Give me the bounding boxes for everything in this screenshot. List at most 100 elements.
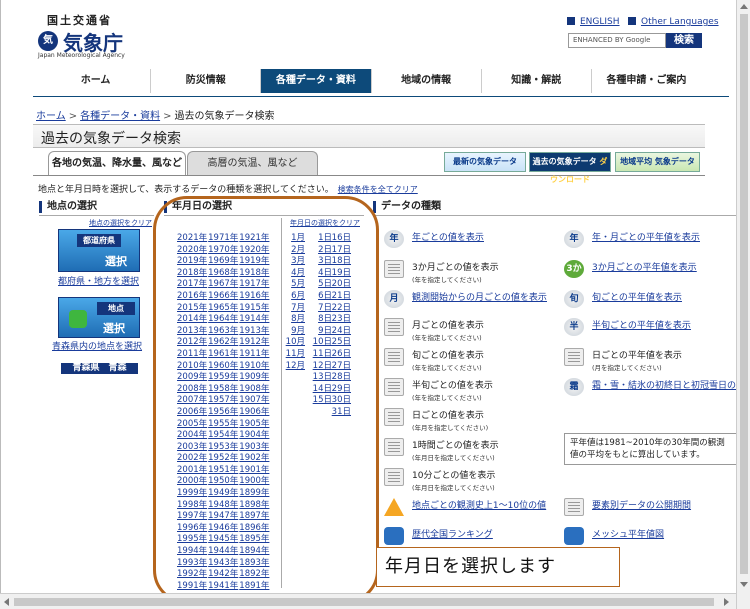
- year-link[interactable]: 1901年: [239, 465, 269, 475]
- year-link[interactable]: 1955年: [208, 419, 238, 429]
- datatype-label[interactable]: 観測開始からの月ごとの値を表示: [412, 290, 547, 303]
- day-link[interactable]: 18日: [331, 254, 351, 266]
- scroll-down-icon[interactable]: [740, 582, 748, 587]
- prefecture-select-link[interactable]: 都府県・地方を選択: [58, 274, 139, 287]
- day-link[interactable]: 9日: [312, 324, 332, 336]
- year-link[interactable]: 1963年: [208, 326, 238, 336]
- year-link[interactable]: 1903年: [239, 442, 269, 452]
- year-link[interactable]: 1969年: [208, 256, 238, 266]
- year-link[interactable]: 1962年: [208, 337, 238, 347]
- year-link[interactable]: 1921年: [239, 233, 269, 243]
- month-link[interactable]: 6月: [285, 289, 305, 301]
- day-link[interactable]: 10日: [312, 335, 332, 347]
- year-link[interactable]: 1892年: [239, 569, 269, 579]
- day-link[interactable]: 25日: [331, 335, 351, 347]
- month-link[interactable]: 1月: [285, 231, 305, 243]
- day-link[interactable]: 19日: [331, 266, 351, 278]
- year-link[interactable]: 1993年: [177, 558, 207, 568]
- nav-applications[interactable]: 各種申請・ご案内: [592, 69, 701, 93]
- year-link[interactable]: 2011年: [177, 349, 207, 359]
- year-link[interactable]: 1966年: [208, 291, 238, 301]
- scroll-up-icon[interactable]: [740, 4, 748, 9]
- year-link[interactable]: 1904年: [239, 430, 269, 440]
- year-link[interactable]: 1911年: [239, 349, 269, 359]
- horizontal-scrollbar[interactable]: [0, 593, 736, 609]
- year-link[interactable]: 2009年: [177, 372, 207, 382]
- year-link[interactable]: 2010年: [177, 361, 207, 371]
- year-link[interactable]: 2017年: [177, 279, 207, 289]
- year-link[interactable]: 1893年: [239, 558, 269, 568]
- year-link[interactable]: 1994年: [177, 546, 207, 556]
- horizontal-scroll-thumb[interactable]: [14, 598, 714, 606]
- year-link[interactable]: 1902年: [239, 453, 269, 463]
- month-link[interactable]: 12月: [285, 359, 305, 371]
- month-link[interactable]: 2月: [285, 243, 305, 255]
- datatype-label[interactable]: 年ごとの値を表示: [412, 230, 484, 243]
- datatype-label[interactable]: 旬ごとの平年値を表示: [592, 290, 682, 303]
- year-link[interactable]: 2002年: [177, 453, 207, 463]
- year-link[interactable]: 1909年: [239, 372, 269, 382]
- year-link[interactable]: 2008年: [177, 384, 207, 394]
- year-link[interactable]: 1954年: [208, 430, 238, 440]
- year-link[interactable]: 1918年: [239, 268, 269, 278]
- datatype-label[interactable]: 3か月ごとの平年値を表示: [592, 260, 697, 273]
- year-link[interactable]: 1968年: [208, 268, 238, 278]
- nav-disaster-info[interactable]: 防災情報: [151, 69, 262, 93]
- year-link[interactable]: 1920年: [239, 245, 269, 255]
- day-link[interactable]: 16日: [331, 231, 351, 243]
- regional-normals-banner[interactable]: 地域平均 気象データ: [615, 152, 700, 172]
- day-link[interactable]: 29日: [331, 382, 351, 394]
- year-link[interactable]: 1894年: [239, 546, 269, 556]
- year-link[interactable]: 2004年: [177, 430, 207, 440]
- year-link[interactable]: 2021年: [177, 233, 207, 243]
- year-link[interactable]: 1905年: [239, 419, 269, 429]
- year-link[interactable]: 1915年: [239, 303, 269, 313]
- year-link[interactable]: 1898年: [239, 500, 269, 510]
- day-link[interactable]: 23日: [331, 312, 351, 324]
- other-languages-link[interactable]: Other Languages: [628, 17, 719, 27]
- datatype-label[interactable]: 半旬ごとの平年値を表示: [592, 318, 691, 331]
- year-link[interactable]: 1959年: [208, 372, 238, 382]
- month-link[interactable]: 3月: [285, 254, 305, 266]
- month-link[interactable]: 5月: [285, 277, 305, 289]
- year-link[interactable]: 1943年: [208, 558, 238, 568]
- day-link[interactable]: 8日: [312, 312, 332, 324]
- year-link[interactable]: 1997年: [177, 511, 207, 521]
- datatype-label[interactable]: 霜・雪・結氷の初終日と初冠雪日の: [592, 378, 736, 391]
- day-link[interactable]: 11日: [312, 347, 332, 359]
- year-link[interactable]: 1910年: [239, 361, 269, 371]
- year-link[interactable]: 1946年: [208, 523, 238, 533]
- vertical-scrollbar[interactable]: [736, 0, 750, 609]
- nav-regional-info[interactable]: 地域の情報: [372, 69, 482, 93]
- day-link[interactable]: 2日: [312, 243, 332, 255]
- point-select-link[interactable]: 青森県内の地点を選択: [52, 339, 142, 352]
- day-link[interactable]: 24日: [331, 324, 351, 336]
- year-link[interactable]: 2003年: [177, 442, 207, 452]
- year-link[interactable]: 1917年: [239, 279, 269, 289]
- year-link[interactable]: 1945年: [208, 534, 238, 544]
- year-link[interactable]: 1949年: [208, 488, 238, 498]
- day-link[interactable]: 12日: [312, 359, 332, 371]
- year-link[interactable]: 1913年: [239, 326, 269, 336]
- year-link[interactable]: 2013年: [177, 326, 207, 336]
- month-link[interactable]: 11月: [285, 347, 305, 359]
- datatype-label[interactable]: メッシュ平年値図: [592, 527, 664, 540]
- year-link[interactable]: 1907年: [239, 395, 269, 405]
- day-link[interactable]: 22日: [331, 301, 351, 313]
- day-link[interactable]: 14日: [312, 382, 332, 394]
- vertical-scroll-thumb[interactable]: [740, 14, 748, 574]
- year-link[interactable]: 1944年: [208, 546, 238, 556]
- year-link[interactable]: 1900年: [239, 476, 269, 486]
- datatype-label[interactable]: 年・月ごとの平年値を表示: [592, 230, 700, 243]
- year-link[interactable]: 1941年: [208, 581, 238, 591]
- year-link[interactable]: 2019年: [177, 256, 207, 266]
- year-link[interactable]: 1970年: [208, 245, 238, 255]
- nav-knowledge[interactable]: 知識・解説: [482, 69, 592, 93]
- scroll-right-icon[interactable]: [724, 598, 729, 606]
- search-button[interactable]: 検索: [666, 33, 702, 48]
- year-link[interactable]: 2005年: [177, 419, 207, 429]
- breadcrumb-data[interactable]: 各種データ・資料: [80, 111, 160, 122]
- day-link[interactable]: 21日: [331, 289, 351, 301]
- year-link[interactable]: 1916年: [239, 291, 269, 301]
- year-link[interactable]: 1948年: [208, 500, 238, 510]
